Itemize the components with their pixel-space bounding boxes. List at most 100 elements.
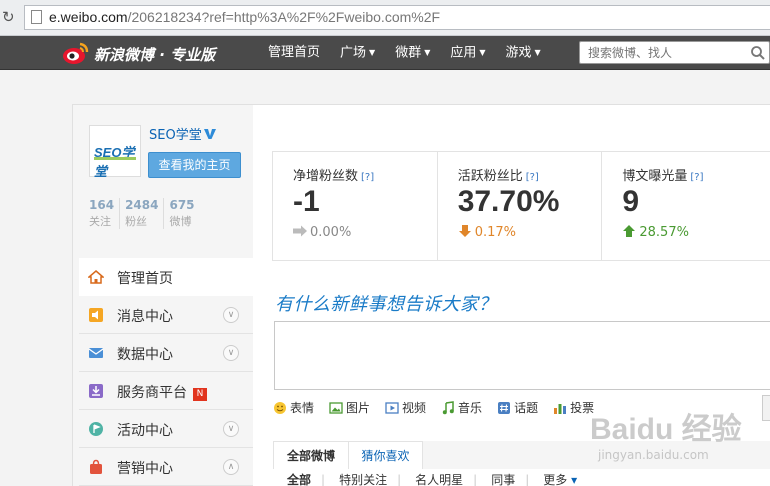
profile-stat-0[interactable]: 164 关注 <box>89 198 119 229</box>
post-textarea[interactable] <box>274 321 770 390</box>
subtab-label: 同事 <box>491 473 516 486</box>
nav-item-2[interactable]: 微群 ▼ <box>395 36 430 70</box>
chevron-down-icon[interactable]: ∨ <box>223 307 239 323</box>
metric-value: 9 <box>622 185 640 218</box>
tab-guess-you-like[interactable]: 猜你喜欢 <box>349 441 423 469</box>
stat-number: 164 <box>89 198 115 212</box>
flag-icon <box>88 421 104 437</box>
subtab-0[interactable]: 全部 <box>287 469 311 486</box>
avatar[interactable]: SEO学堂 <box>89 125 141 179</box>
tool-5[interactable]: 投票 <box>553 399 594 416</box>
metric-title: 净增粉丝数 [?] <box>293 165 374 184</box>
metric-change: 0.00% <box>293 225 351 240</box>
caret-down-icon: ▼ <box>479 48 486 57</box>
bag-icon <box>88 459 104 475</box>
picture-icon <box>329 401 343 415</box>
sidebar-item-text: 管理首页 <box>117 271 173 287</box>
sidebar-item-label: 管理首页 <box>117 268 173 288</box>
nav-item-0[interactable]: 管理首页 <box>268 36 320 70</box>
metric-change: 0.17% <box>458 225 516 240</box>
verified-icon <box>203 129 216 139</box>
new-badge-icon: N <box>193 388 207 401</box>
sidebar-item-label: 活动中心 <box>117 420 173 440</box>
search-icon[interactable] <box>750 45 766 61</box>
metric-title-text: 博文曝光量 <box>622 169 688 184</box>
username-link[interactable]: SEO学堂 <box>149 124 216 143</box>
arrow-up-icon <box>622 225 636 237</box>
sidebar-item-4[interactable]: 活动中心 ∨ <box>79 410 253 448</box>
avatar-underline <box>94 157 136 160</box>
sidebar-item-1[interactable]: 消息中心 ∨ <box>79 296 253 334</box>
metric-2: 博文曝光量 [?] 9 28.57% <box>602 152 770 260</box>
sidebar-item-0[interactable]: 管理首页 <box>79 258 253 296</box>
nav-item-4[interactable]: 游戏 ▼ <box>506 36 541 70</box>
publisher-title: 有什么新鲜事想告诉大家？ <box>275 294 497 315</box>
subtab-1[interactable]: 特别关注 <box>339 469 387 486</box>
poll-icon <box>553 401 567 415</box>
sidebar-item-label: 消息中心 <box>117 306 173 326</box>
metric-title: 活跃粉丝比 [?] <box>458 165 539 184</box>
subtab-label: 全部 <box>287 473 312 486</box>
tool-label: 图片 <box>346 401 371 415</box>
browser-address-bar: ↻ e.weibo.com/206218234?ref=http%3A%2F%2… <box>0 0 770 36</box>
smiley-icon <box>273 401 287 415</box>
chevron-down-icon[interactable]: ∨ <box>223 345 239 361</box>
sidebar-item-2[interactable]: 数据中心 ∨ <box>79 334 253 372</box>
subtab-4[interactable]: 更多 ▾ <box>543 469 577 486</box>
caret-down-icon: ▼ <box>369 48 376 57</box>
url-text: e.weibo.com/206218234?ref=http%3A%2F%2Fw… <box>49 9 441 25</box>
tool-0[interactable]: 表情 <box>273 399 314 416</box>
arrow-down-icon <box>458 225 472 237</box>
profile-stat-1[interactable]: 2484 粉丝 <box>119 198 163 229</box>
nav-item-label: 广场 <box>340 45 367 61</box>
nav-item-label: 应用 <box>450 45 477 61</box>
feed-subtabs: 全部 | 特别关注 | 名人明星 | 同事 | 更多 ▾ <box>273 469 770 486</box>
left-sidebar: SEO学堂 SEO学堂 查看我的主页 164 关注 2484 粉丝 675 微博 管理首页… <box>73 105 253 486</box>
subtab-3[interactable]: 同事 <box>491 469 515 486</box>
sidebar-item-text: 营销中心 <box>117 461 173 477</box>
search-box <box>579 41 770 64</box>
sidebar-item-text: 数据中心 <box>117 347 173 363</box>
stat-number: 675 <box>169 198 195 212</box>
profile-stat-2[interactable]: 675 微博 <box>163 198 199 229</box>
metric-change-value: 0.17% <box>474 225 516 240</box>
tool-label: 视频 <box>402 401 427 415</box>
tool-3[interactable]: 音乐 <box>441 399 482 416</box>
subtab-label: 特别关注 <box>339 473 388 486</box>
chevron-up-icon[interactable]: ∧ <box>223 459 239 475</box>
subtab-divider: | <box>473 473 478 486</box>
tool-label: 表情 <box>290 401 315 415</box>
tab-all-weibo[interactable]: 全部微博 <box>273 441 349 469</box>
help-link[interactable]: [?] <box>526 172 539 183</box>
nav-item-1[interactable]: 广场 ▼ <box>340 36 375 70</box>
help-link[interactable]: [?] <box>690 172 703 183</box>
url-field[interactable]: e.weibo.com/206218234?ref=http%3A%2F%2Fw… <box>24 5 770 30</box>
help-link[interactable]: [?] <box>361 172 374 183</box>
subtab-divider: | <box>525 473 530 486</box>
sidebar-item-3[interactable]: 服务商平台 N <box>79 372 253 410</box>
envelope-icon <box>88 345 104 361</box>
caret-down-icon: ▼ <box>424 48 431 57</box>
sidebar-item-label: 营销中心 <box>117 458 173 478</box>
metric-0: 净增粉丝数 [?] -1 0.00% <box>273 152 438 260</box>
nav-item-label: 微群 <box>395 45 422 61</box>
search-input[interactable] <box>580 42 740 63</box>
subtab-divider: | <box>321 473 326 486</box>
stat-label: 微博 <box>169 215 192 228</box>
chevron-down-icon[interactable]: ∨ <box>223 421 239 437</box>
nav-item-3[interactable]: 应用 ▼ <box>450 36 485 70</box>
reload-icon[interactable]: ↻ <box>2 9 18 25</box>
subtab-label: 名人明星 <box>415 473 464 486</box>
caret-down-icon: ▼ <box>534 48 541 57</box>
subtab-2[interactable]: 名人明星 <box>415 469 463 486</box>
avatar-logo-text: SEO学堂 <box>94 145 135 179</box>
sidebar-item-5[interactable]: 营销中心 ∧ <box>79 448 253 486</box>
tool-4[interactable]: 话题 <box>497 399 538 416</box>
weibo-eye-icon <box>63 42 89 64</box>
watermark-main: Baidu 经验 <box>590 413 742 446</box>
stat-label: 粉丝 <box>125 215 148 228</box>
tool-2[interactable]: 视频 <box>385 399 426 416</box>
tool-1[interactable]: 图片 <box>329 399 370 416</box>
view-homepage-button[interactable]: 查看我的主页 <box>148 152 241 178</box>
metric-change-value: 0.00% <box>310 225 352 240</box>
